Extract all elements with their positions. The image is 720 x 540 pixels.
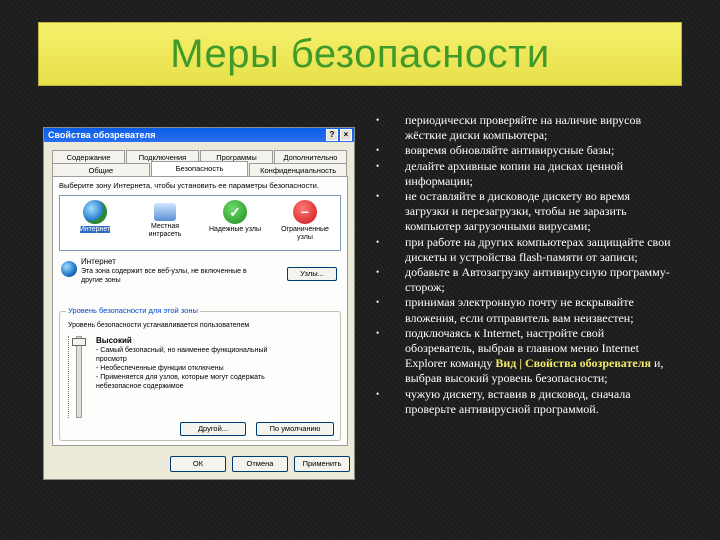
description-line: - Самый безопасный, но наименее функцион… bbox=[96, 347, 268, 354]
list-item: • чужую дискету, вставив в дисковод, снач… bbox=[376, 386, 631, 416]
zone-restricted-sites[interactable]: − Ограниченные узлы bbox=[274, 200, 336, 242]
zone-info-text: Эта зона содержит все веб-узлы, не включ… bbox=[81, 268, 247, 284]
zone-label: Ограниченные узлы bbox=[281, 226, 329, 241]
security-level-description: - Самый безопасный, но наименее функцион… bbox=[96, 346, 336, 391]
list-item: • периодически проверяйте на наличие виру… bbox=[376, 113, 642, 143]
list-item: • вовремя обновляйте антивирусные базы; bbox=[376, 143, 615, 158]
tab-security[interactable]: Безопасность bbox=[150, 161, 249, 177]
internet-options-dialog: Свойства обозревателя ? × Содержание Под… bbox=[43, 127, 355, 480]
security-level-name: Высокий bbox=[96, 336, 132, 345]
zone-internet[interactable]: Интернет bbox=[64, 200, 126, 234]
menu-path-highlight: Вид | Свойства обозревателя bbox=[495, 356, 651, 371]
sites-button[interactable]: Узлы... bbox=[287, 267, 337, 281]
custom-level-button[interactable]: Другой... bbox=[180, 422, 246, 436]
zone-info: Интернет Эта зона содержит все веб-узлы,… bbox=[59, 257, 341, 307]
group-title: Уровень безопасности для этой зоны bbox=[66, 306, 200, 315]
description-line: небезопасное содержимое bbox=[96, 383, 184, 390]
list-item: • при работе на других компьютерах защища… bbox=[376, 234, 671, 264]
security-level-subtitle: Уровень безопасности устанавливается пол… bbox=[68, 322, 250, 329]
security-panel: Выберите зону Интернета, чтобы установит… bbox=[52, 176, 348, 446]
check-icon: ✓ bbox=[223, 200, 247, 224]
stop-icon: − bbox=[293, 200, 317, 224]
tab-content[interactable]: Содержание bbox=[52, 150, 125, 164]
zones-list: Интернет Местная интрасеть ✓ Надежные уз… bbox=[59, 195, 341, 251]
tab-privacy[interactable]: Конфиденциальность bbox=[249, 163, 348, 177]
zone-label: Местная интрасеть bbox=[148, 223, 182, 238]
list-item: • не оставляйте в дисководе дискету во вр… bbox=[376, 189, 630, 234]
list-item: • принимая электронную почту не вскрывайт… bbox=[376, 295, 634, 325]
help-button[interactable]: ? bbox=[326, 129, 338, 141]
zone-info-title: Интернет bbox=[81, 257, 116, 266]
close-button[interactable]: × bbox=[340, 129, 352, 141]
tab-advanced[interactable]: Дополнительно bbox=[274, 150, 347, 164]
default-level-button[interactable]: По умолчанию bbox=[256, 422, 334, 436]
dialog-title: Свойства обозревателя bbox=[48, 130, 156, 140]
zones-label: Выберите зону Интернета, чтобы установит… bbox=[59, 181, 319, 190]
cancel-button[interactable]: Отмена bbox=[232, 456, 288, 472]
zone-local-intranet[interactable]: Местная интрасеть bbox=[134, 200, 196, 239]
zone-label: Надежные узлы bbox=[208, 226, 261, 233]
slide-title: Меры безопасности bbox=[170, 31, 550, 76]
description-line: - Необеспеченные функции отключены bbox=[96, 365, 224, 372]
globe-icon bbox=[83, 200, 107, 224]
title-banner: Меры безопасности bbox=[38, 22, 682, 86]
slider-ticks bbox=[68, 336, 73, 418]
tab-general[interactable]: Общие bbox=[52, 163, 150, 177]
security-level-group: Уровень безопасности для этой зоны Урове… bbox=[59, 306, 341, 441]
dialog-titlebar[interactable]: Свойства обозревателя ? × bbox=[44, 128, 354, 142]
apply-button[interactable]: Применить bbox=[294, 456, 350, 472]
safety-rules-list: • периодически проверяйте на наличие виру… bbox=[375, 113, 675, 417]
security-slider-thumb[interactable] bbox=[72, 338, 86, 346]
zone-label: Интернет bbox=[79, 226, 111, 233]
ok-button[interactable]: ОК bbox=[170, 456, 226, 472]
description-line: просмотр bbox=[96, 356, 127, 363]
list-item: • добавьте в Автозагрузку антивирусную пр… bbox=[376, 265, 670, 295]
security-slider-track[interactable] bbox=[76, 336, 82, 418]
list-item: • подключаясь к Internet, настройте свой … bbox=[376, 325, 664, 386]
computer-icon bbox=[154, 203, 176, 221]
list-item: • делайте архивные копии на дисках ценной… bbox=[376, 158, 624, 188]
description-line: - Применяется для узлов, которые могут с… bbox=[96, 374, 265, 381]
globe-icon bbox=[61, 261, 77, 277]
zone-trusted-sites[interactable]: ✓ Надежные узлы bbox=[204, 200, 266, 234]
